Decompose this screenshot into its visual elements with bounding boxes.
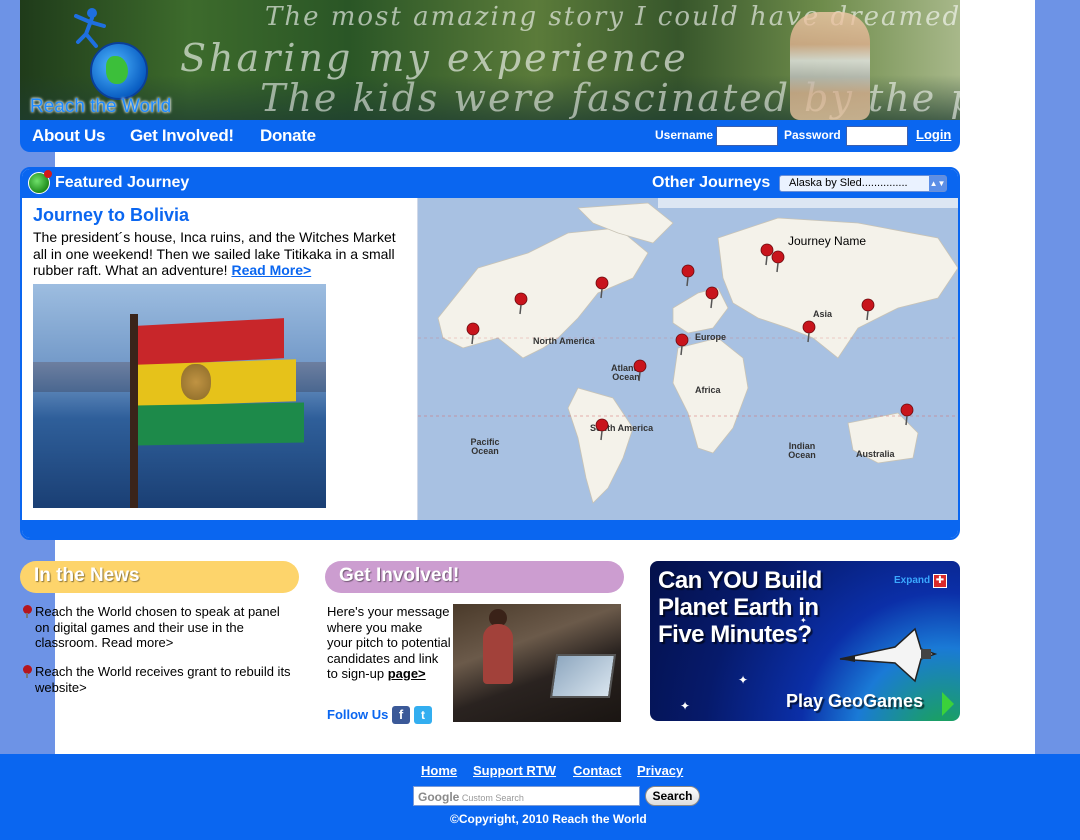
banner-people-photo xyxy=(790,12,870,120)
map-pin[interactable] xyxy=(705,286,719,300)
expand-label[interactable]: Expand xyxy=(894,575,930,586)
globe-pin-icon xyxy=(28,170,52,194)
photo-person xyxy=(483,624,513,684)
map-pin[interactable] xyxy=(633,359,647,373)
star-icon: ✦ xyxy=(680,699,691,713)
geogames-title: Can YOU Build Planet Earth in Five Minut… xyxy=(658,567,822,648)
nav-about-us[interactable]: About Us xyxy=(32,126,105,146)
facebook-icon[interactable]: f xyxy=(392,706,410,724)
map-pin[interactable] xyxy=(595,418,609,432)
play-geogames-button[interactable]: Play GeoGames xyxy=(786,691,923,712)
map-pin[interactable] xyxy=(681,264,695,278)
nav-donate[interactable]: Donate xyxy=(260,126,316,146)
flag-yellow-band xyxy=(136,359,296,407)
journey-map[interactable]: North America South America Europe Afric… xyxy=(417,198,958,522)
news-header: In the News xyxy=(20,561,299,593)
star-icon: ✦ xyxy=(800,616,807,625)
map-pin[interactable] xyxy=(514,292,528,306)
pushpin-icon xyxy=(23,605,32,618)
map-pin[interactable] xyxy=(595,276,609,290)
news-item[interactable]: Reach the World receives grant to rebuil… xyxy=(22,664,292,695)
pushpin-icon xyxy=(23,665,32,678)
journey-description: The president´s house, Inca ruins, and t… xyxy=(33,229,413,279)
password-label: Password xyxy=(784,128,841,142)
read-more-link[interactable]: Read More> xyxy=(231,262,311,278)
classroom-photo xyxy=(453,604,621,722)
twitter-icon[interactable]: t xyxy=(414,706,432,724)
site-footer: Home Support RTW Contact Privacy Google … xyxy=(0,754,1080,840)
map-pin[interactable] xyxy=(675,333,689,347)
footer-link-contact[interactable]: Contact xyxy=(573,763,621,778)
geogames-title-line: Planet Earth in xyxy=(658,594,819,621)
news-item-text: Reach the World chosen to speak at panel… xyxy=(35,604,280,650)
map-pin[interactable] xyxy=(771,250,785,264)
search-placeholder: Custom Search xyxy=(461,793,524,803)
map-pin[interactable] xyxy=(900,403,914,417)
geogames-ad[interactable]: Can YOU Build Planet Earth in Five Minut… xyxy=(650,561,960,721)
get-involved-header: Get Involved! xyxy=(325,561,624,593)
news-item[interactable]: Reach the World chosen to speak at panel… xyxy=(22,604,292,651)
select-arrow-icon: ▲▼ xyxy=(929,176,946,191)
signup-page-link[interactable]: page> xyxy=(388,666,426,681)
map-pin[interactable] xyxy=(760,243,774,257)
flag-red-band xyxy=(136,318,284,366)
username-label: Username xyxy=(655,128,714,142)
follow-us-label: Follow Us xyxy=(327,707,389,722)
map-pins xyxy=(466,243,914,441)
geogames-title-line: Five Minutes? xyxy=(658,621,812,648)
search-button[interactable]: Search xyxy=(645,786,700,806)
header-banner: The most amazing story I could have drea… xyxy=(20,0,960,120)
play-arrow-icon xyxy=(942,692,954,716)
banner-tagline-2: Sharing my experience xyxy=(180,36,689,80)
star-icon: ✦ xyxy=(738,673,749,687)
map-pin[interactable] xyxy=(466,322,480,336)
footer-link-home[interactable]: Home xyxy=(421,763,457,778)
featured-journey-panel: Featured Journey Other Journeys Alaska b… xyxy=(20,167,960,540)
copyright-text: ©Copyright, 2010 Reach the World xyxy=(450,812,647,826)
featured-footer-bar xyxy=(22,520,958,538)
flag-green-band xyxy=(136,402,304,446)
news-item-text: Reach the World receives grant to rebuil… xyxy=(35,664,291,695)
bolivia-flag-photo[interactable] xyxy=(33,284,326,508)
login-button[interactable]: Login xyxy=(916,127,951,142)
map-pin[interactable] xyxy=(802,320,816,334)
featured-header: Featured Journey Other Journeys Alaska b… xyxy=(22,169,958,198)
footer-link-support[interactable]: Support RTW xyxy=(473,763,556,778)
footer-link-privacy[interactable]: Privacy xyxy=(637,763,683,778)
google-brand: Google xyxy=(418,790,460,804)
main-nav: About Us Get Involved! Donate Username P… xyxy=(20,120,960,152)
journey-text: The president´s house, Inca ruins, and t… xyxy=(33,229,396,278)
expand-icon[interactable]: ✚ xyxy=(933,574,947,588)
person-icon xyxy=(74,8,106,48)
geogames-title-line: Can YOU Build xyxy=(658,567,822,594)
site-logo[interactable]: Reach the World xyxy=(20,0,190,120)
logo-text: Reach the World xyxy=(30,96,172,117)
other-journeys-select[interactable]: Alaska by Sled............... ▲▼ xyxy=(779,175,947,192)
password-input[interactable] xyxy=(846,126,908,146)
featured-title: Featured Journey xyxy=(55,174,190,191)
involve-message: Here's your message where you make your … xyxy=(327,604,451,682)
journey-heading[interactable]: Journey to Bolivia xyxy=(33,205,189,226)
flag-pole xyxy=(130,314,138,508)
custom-search-input[interactable]: Google Custom Search xyxy=(413,786,640,806)
photo-laptop xyxy=(549,654,617,698)
map-pin[interactable] xyxy=(861,298,875,312)
space-shuttle-icon xyxy=(839,627,938,683)
username-input[interactable] xyxy=(716,126,778,146)
journey-select-value: Alaska by Sled............... xyxy=(789,177,908,189)
flag-emblem xyxy=(181,364,211,400)
nav-get-involved[interactable]: Get Involved! xyxy=(130,126,234,146)
other-journeys-title: Other Journeys xyxy=(652,174,771,191)
